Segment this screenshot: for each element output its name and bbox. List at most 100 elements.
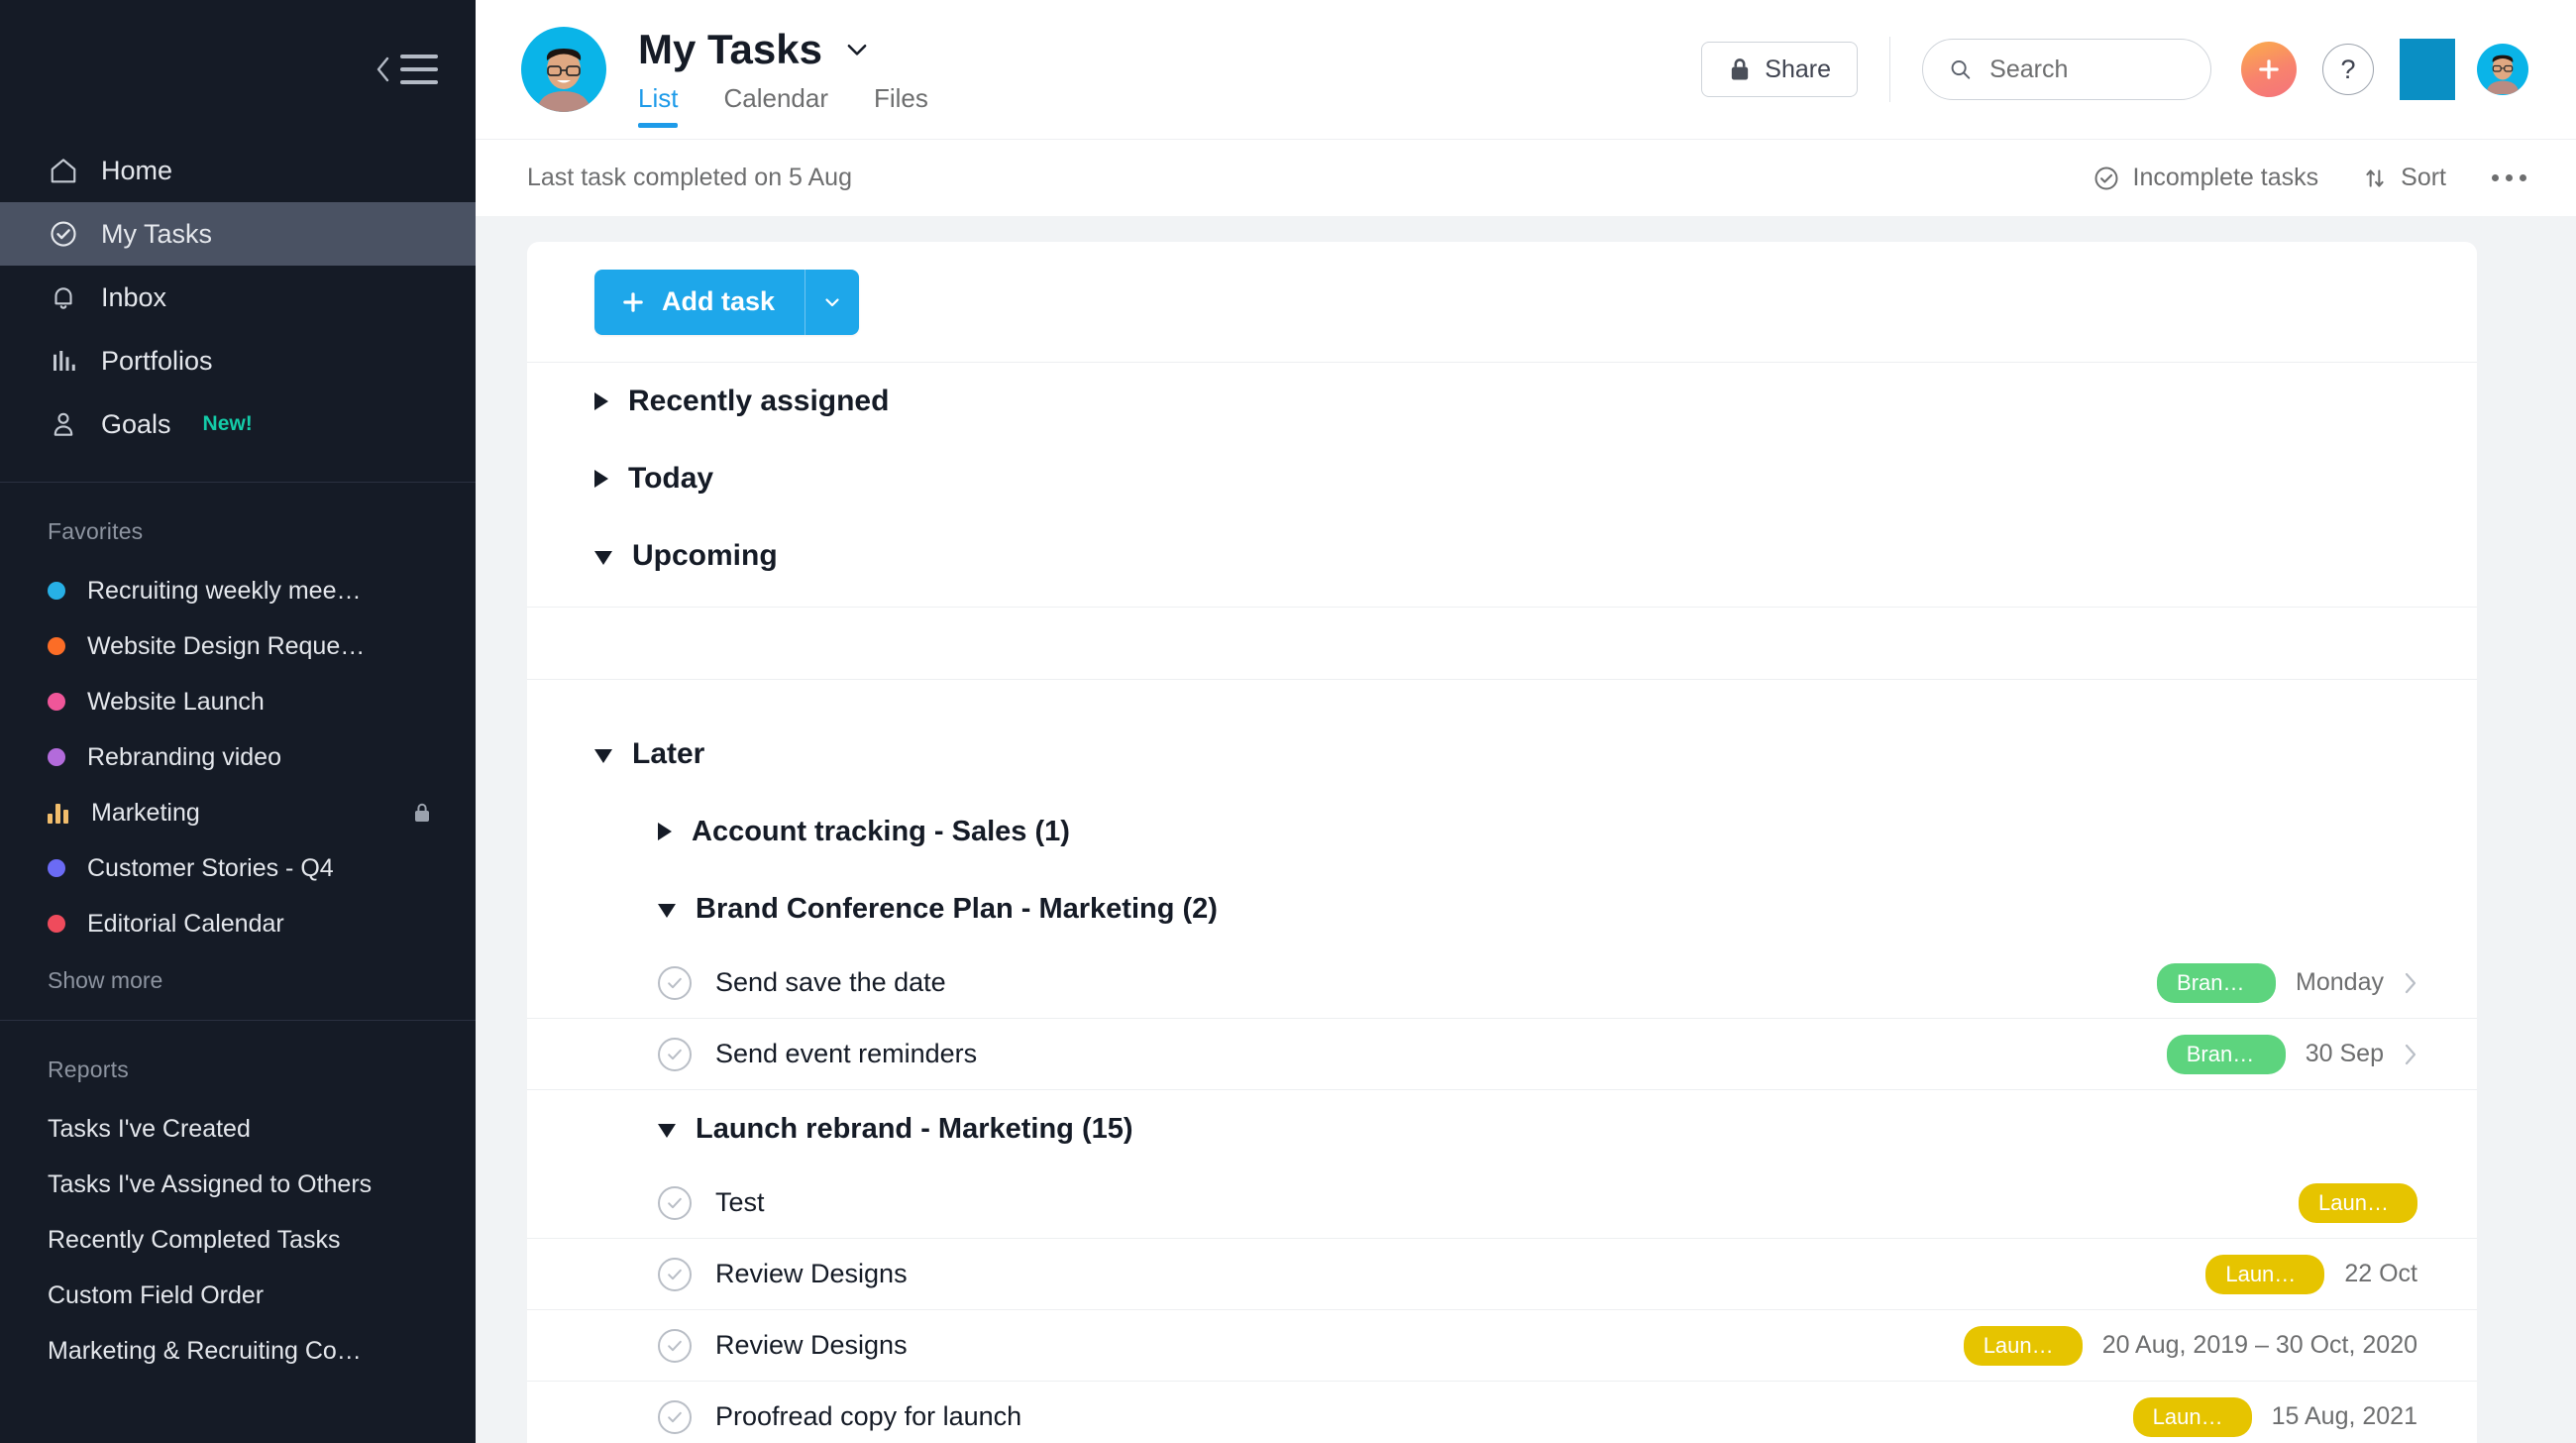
table-row[interactable]: Send save the date Brand Co… Monday [527, 947, 2477, 1019]
task-complete-checkbox[interactable] [658, 965, 692, 1000]
main-area: My Tasks List Calendar Files Share Searc… [476, 0, 2576, 1443]
project-pill[interactable]: Launch r… [2205, 1254, 2325, 1294]
task-complete-checkbox[interactable] [658, 1328, 692, 1363]
group-label: Brand Conference Plan - Marketing (2) [696, 892, 1218, 925]
chevron-right-icon[interactable] [2404, 1043, 2417, 1066]
workspace-block[interactable] [2400, 39, 2455, 100]
add-task-main[interactable]: Add task [594, 269, 805, 335]
tab-calendar[interactable]: Calendar [723, 83, 828, 128]
favorites-heading: Favorites [48, 518, 144, 544]
table-row[interactable]: Send event reminders Brand Co… 30 Sep [527, 1019, 2477, 1090]
check-icon [668, 1340, 682, 1351]
favorite-item-marketing[interactable]: Marketing [0, 785, 476, 840]
bar-chart-icon [48, 802, 69, 824]
favorite-item[interactable]: Editorial Calendar [0, 896, 476, 951]
sidebar-item-my-tasks[interactable]: My Tasks [0, 202, 476, 266]
task-meta: Launch r… 15 Aug, 2021 [2132, 1396, 2417, 1437]
group-brand-conference-plan[interactable]: Brand Conference Plan - Marketing (2) [527, 870, 2477, 947]
sidebar-item-home[interactable]: Home [0, 139, 476, 202]
table-row[interactable]: Review Designs Launch r… 20 Aug, 2019 – … [527, 1310, 2477, 1382]
search-icon [1951, 60, 1971, 79]
task-title: Review Designs [715, 1330, 908, 1360]
chevron-down-icon[interactable] [842, 35, 872, 64]
title-block: My Tasks List Calendar Files [638, 0, 928, 139]
section-today[interactable]: Today [527, 440, 2477, 517]
project-color-dot [48, 693, 65, 711]
search-box[interactable] [1922, 39, 2211, 100]
report-item[interactable]: Recently Completed Tasks [0, 1212, 476, 1268]
task-due-date[interactable]: 20 Aug, 2019 – 30 Oct, 2020 [2102, 1331, 2417, 1360]
tab-list[interactable]: List [638, 83, 679, 128]
share-label: Share [1765, 55, 1831, 83]
sidebar-item-goals[interactable]: Goals New! [0, 392, 476, 456]
project-pill[interactable]: Launch r… [1963, 1325, 2083, 1366]
task-list-card-wrap: Add task Recently assigned Today Upcomin… [476, 216, 2576, 1443]
project-color-dot [48, 915, 65, 933]
group-launch-rebrand[interactable]: Launch rebrand - Marketing (15) [527, 1090, 2477, 1167]
collapse-sidebar-button[interactable] [375, 55, 438, 84]
table-row[interactable]: Review Designs Launch r… 22 Oct [527, 1239, 2477, 1310]
sidebar-item-portfolios[interactable]: Portfolios [0, 329, 476, 392]
task-due-date[interactable]: 15 Aug, 2021 [2272, 1402, 2417, 1431]
section-label: Upcoming [632, 539, 778, 572]
sort-arrows-icon [2366, 168, 2384, 187]
title-row: My Tasks [638, 26, 928, 73]
project-color-dot [48, 582, 65, 600]
table-row[interactable]: Proofread copy for launch Launch r… 15 A… [527, 1382, 2477, 1443]
show-more-button[interactable]: Show more [0, 951, 476, 994]
task-complete-checkbox[interactable] [658, 1257, 692, 1291]
incomplete-tasks-filter[interactable]: Incomplete tasks [2093, 164, 2319, 192]
report-item[interactable]: Marketing & Recruiting Co… [0, 1323, 476, 1379]
favorites-list: Recruiting weekly mee… Website Design Re… [0, 563, 476, 951]
user-avatar-button[interactable] [2477, 44, 2528, 95]
reports-heading: Reports [48, 1056, 129, 1082]
report-item[interactable]: Tasks I've Assigned to Others [0, 1157, 476, 1212]
favorite-item[interactable]: Rebranding video [0, 729, 476, 785]
table-row[interactable]: Test Launch r… [527, 1167, 2477, 1239]
section-upcoming[interactable]: Upcoming [527, 517, 2477, 595]
chevron-down-icon [658, 1124, 676, 1138]
lock-icon [1732, 58, 1749, 80]
sort-button[interactable]: Sort [2362, 164, 2446, 192]
project-color-dot [48, 637, 65, 655]
task-complete-checkbox[interactable] [658, 1399, 692, 1434]
help-button[interactable]: ? [2322, 44, 2374, 95]
add-button[interactable] [2241, 42, 2297, 97]
add-task-button[interactable]: Add task [594, 269, 860, 335]
project-pill[interactable]: Brand Co… [2166, 1034, 2286, 1074]
favorite-item[interactable]: Website Design Reque… [0, 618, 476, 674]
avatar[interactable] [521, 27, 606, 112]
chevron-right-icon[interactable] [2404, 971, 2417, 995]
task-due-date[interactable]: 30 Sep [2306, 1040, 2384, 1068]
task-complete-checkbox[interactable] [658, 1185, 692, 1220]
favorite-item[interactable]: Recruiting weekly mee… [0, 563, 476, 618]
share-button[interactable]: Share [1701, 42, 1858, 97]
project-pill[interactable]: Launch r… [2132, 1396, 2252, 1437]
favorite-item[interactable]: Customer Stories - Q4 [0, 840, 476, 896]
project-pill[interactable]: Launch r… [2299, 1182, 2417, 1223]
add-task-label: Add task [662, 286, 776, 316]
report-item[interactable]: Tasks I've Created [0, 1101, 476, 1157]
page-title: My Tasks [638, 25, 822, 72]
filter-label: Incomplete tasks [2132, 164, 2319, 191]
tab-files[interactable]: Files [874, 83, 928, 128]
group-account-tracking[interactable]: Account tracking - Sales (1) [527, 793, 2477, 870]
section-label: Today [628, 462, 714, 495]
more-options-button[interactable] [2490, 166, 2528, 189]
report-item[interactable]: Custom Field Order [0, 1268, 476, 1323]
sidebar-item-inbox[interactable]: Inbox [0, 266, 476, 329]
task-due-date[interactable]: Monday [2296, 968, 2384, 997]
favorite-item[interactable]: Website Launch [0, 674, 476, 729]
check-icon [668, 1197, 682, 1208]
favorite-label: Customer Stories - Q4 [87, 853, 334, 882]
task-due-date[interactable]: 22 Oct [2344, 1260, 2417, 1288]
project-pill[interactable]: Brand Co… [2157, 962, 2277, 1003]
check-circle-icon [48, 218, 79, 250]
section-later[interactable]: Later [527, 716, 2477, 793]
section-recently-assigned[interactable]: Recently assigned [527, 363, 2477, 440]
add-task-dropdown[interactable] [805, 269, 860, 335]
task-complete-checkbox[interactable] [658, 1037, 692, 1071]
chevron-down-icon [594, 749, 612, 763]
task-meta: Brand Co… 30 Sep [2166, 1034, 2417, 1074]
search-input[interactable] [1989, 55, 2185, 84]
